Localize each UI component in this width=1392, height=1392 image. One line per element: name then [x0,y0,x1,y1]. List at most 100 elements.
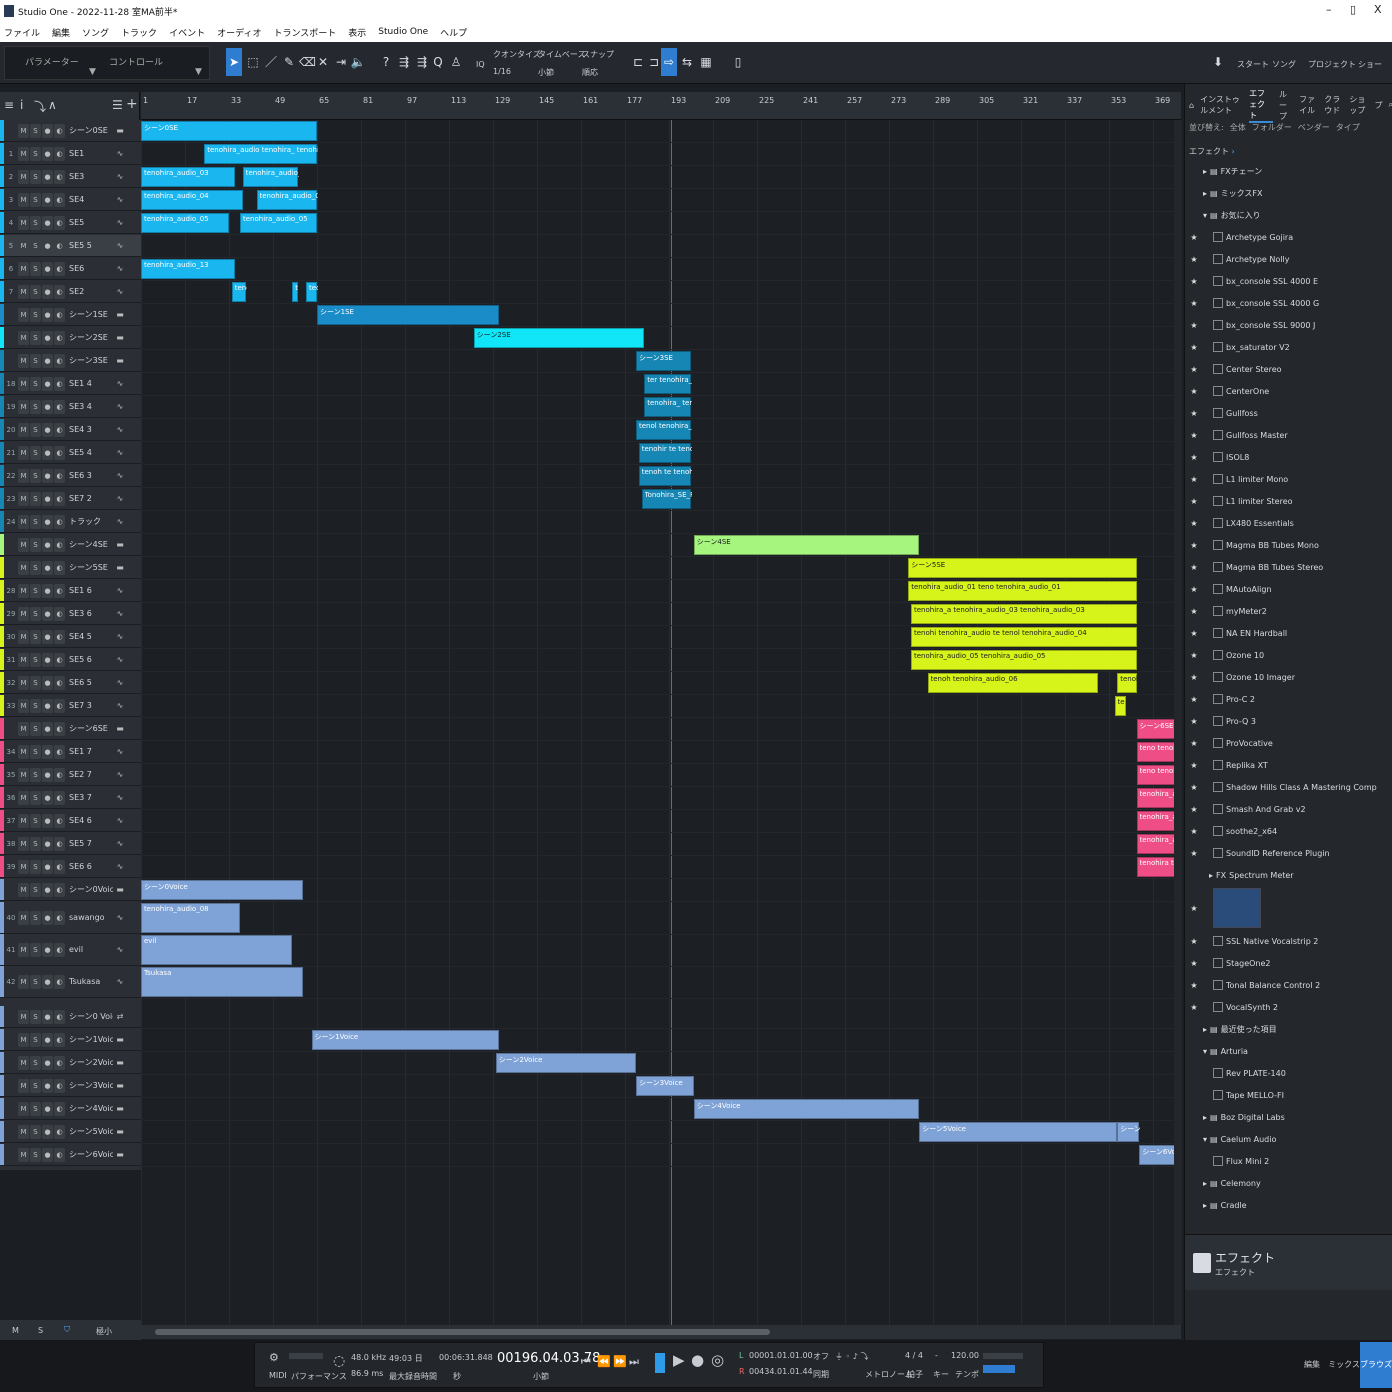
waveform-icon[interactable]: ∿ [113,655,127,664]
audio-event[interactable]: tenohira_audio_08 [141,903,240,933]
audio-event[interactable]: tenohira_audio_13 [141,259,235,279]
record-arm-button[interactable]: ● [42,698,53,713]
waveform-icon[interactable]: ∿ [113,517,127,526]
mute-button[interactable]: M [18,882,29,897]
record-arm-button[interactable]: ● [42,652,53,667]
solo-button[interactable]: S [30,1032,41,1047]
folder-icon[interactable]: ▬ [113,563,127,572]
play-icon[interactable]: ▶ [673,1351,685,1369]
solo-button[interactable]: S [30,192,41,207]
loop-icon[interactable] [655,1353,665,1373]
browser-item[interactable]: ★ [1185,886,1385,930]
search-icon[interactable]: ⌕ [1389,100,1392,110]
browser-item[interactable]: ★ Smash And Grab v2 [1185,798,1385,820]
mute-button[interactable]: M [18,491,29,506]
browser-item[interactable]: ★ bx_console SSL 4000 E [1185,270,1385,292]
track-row[interactable]: M S ● ◐ シーン3SE ▬ [0,350,141,372]
track-name[interactable]: SE7 3 [69,701,113,710]
star-icon[interactable]: ★ [1185,255,1203,264]
monitor-button[interactable]: ◐ [54,1124,65,1139]
chevron-right-icon[interactable]: ▸ [1203,1113,1207,1122]
param-control-panel[interactable]: パラメーター コントロール ▼ ▼ [4,46,210,80]
waveform-icon[interactable]: ∿ [113,793,127,802]
mute-button[interactable]: M [18,376,29,391]
solo-button[interactable]: S [30,468,41,483]
monitor-button[interactable]: ◐ [54,422,65,437]
waveform-icon[interactable]: ∿ [113,632,127,641]
mute-button[interactable]: M [18,974,29,989]
bus-icon[interactable]: ⇄ [113,1012,127,1021]
mute-button[interactable]: M [18,721,29,736]
record-arm-button[interactable]: ● [42,1124,53,1139]
browser-item[interactable]: ★ L1 limiter Mono [1185,468,1385,490]
solo-button[interactable]: S [30,238,41,253]
tab-loops[interactable]: ループ [1279,89,1293,122]
star-icon[interactable]: ★ [1185,783,1203,792]
track-name[interactable]: SE1 7 [69,747,113,756]
record-arm-button[interactable]: ● [42,215,53,230]
audio-event[interactable]: シーン6Voice [1139,1145,1176,1165]
waveform-icon[interactable]: ∿ [113,678,127,687]
track-name[interactable]: SE6 3 [69,471,113,480]
track-name[interactable]: シーン5SE [69,562,113,573]
solo-button[interactable]: S [30,652,41,667]
browser-item[interactable]: ★ NA EN Hardball [1185,622,1385,644]
track-row[interactable]: 6 M S ● ◐ SE6 ∿ [0,258,141,280]
browser-item[interactable]: ▾ ▤ Caelum Audio [1185,1128,1385,1150]
waveform-icon[interactable]: ∿ [113,701,127,710]
timebase-value[interactable]: 小節 [538,67,554,78]
edit-view-button[interactable]: 編集 [1296,1342,1328,1388]
audio-event[interactable]: tenoh te tenohira_ [638,466,692,486]
audio-event[interactable]: tenohira_aud [1136,788,1176,808]
home-icon[interactable]: ⌂ [1189,101,1194,110]
monitor-button[interactable]: ◐ [54,146,65,161]
monitor-button[interactable]: ◐ [54,767,65,782]
record-arm-button[interactable]: ● [42,836,53,851]
solo-button[interactable]: S [30,1078,41,1093]
star-icon[interactable]: ★ [1185,805,1203,814]
track-name[interactable]: SE5 5 [69,241,113,250]
solo-button[interactable]: S [30,882,41,897]
record-arm-button[interactable]: ● [42,882,53,897]
record-arm-button[interactable]: ● [42,422,53,437]
record-arm-button[interactable]: ● [42,744,53,759]
monitor-button[interactable]: ◐ [54,376,65,391]
timeline-ruler[interactable]: 1 17 33 49 65 81 97 113 129 145 161 177 193 209 225 241… [141,92,1181,120]
track-row[interactable]: 4 M S ● ◐ SE5 ∿ [0,212,141,234]
mute-button[interactable]: M [18,445,29,460]
chevron-down-icon[interactable]: ▾ [1203,1047,1207,1056]
monitor-button[interactable]: ◐ [54,882,65,897]
track-name[interactable]: SE4 3 [69,425,113,434]
monitor-button[interactable]: ◐ [54,215,65,230]
waveform-icon[interactable]: ∿ [113,149,127,158]
audio-event[interactable]: teno tenohira [1136,765,1176,785]
rewind-start-icon[interactable]: ⏮ [581,1355,591,1369]
monitor-button[interactable]: ◐ [54,261,65,276]
mute-button[interactable]: M [18,215,29,230]
list-icon[interactable]: ☰ [112,98,123,112]
folder-icon[interactable]: ▬ [113,126,127,135]
monitor-button[interactable]: ◐ [54,560,65,575]
audio-event[interactable]: tenohira_audio_04 [256,190,318,210]
solo-button[interactable]: S [30,675,41,690]
solo-button[interactable]: S [30,974,41,989]
track-name[interactable]: SE3 7 [69,793,113,802]
solo-button[interactable]: S [30,942,41,957]
track-row[interactable]: MS●◐ シーン6Voice▬ [0,1144,141,1166]
automation-icon[interactable]: ⤵ [34,98,46,115]
browser-item[interactable]: ★ StageOne2 [1185,952,1385,974]
track-name[interactable]: シーン0 Voice [69,1011,113,1022]
volume-slider[interactable] [983,1365,1015,1373]
audio-event[interactable]: シーン2Voice [495,1053,636,1073]
sort-type[interactable]: タイプ [1336,122,1360,133]
audio-event[interactable]: t [292,282,298,302]
monitor-button[interactable]: ◐ [54,192,65,207]
record-arm-button[interactable]: ● [42,445,53,460]
star-icon[interactable]: ★ [1185,409,1203,418]
audio-event[interactable]: シーン5SE [908,558,1137,578]
track-name[interactable]: SE6 5 [69,678,113,687]
star-icon[interactable]: ★ [1185,695,1203,704]
record-arm-button[interactable]: ● [42,910,53,925]
track-row[interactable]: 21 M S ● ◐ SE5 4 ∿ [0,442,141,464]
track-row[interactable]: 22 M S ● ◐ SE6 3 ∿ [0,465,141,487]
